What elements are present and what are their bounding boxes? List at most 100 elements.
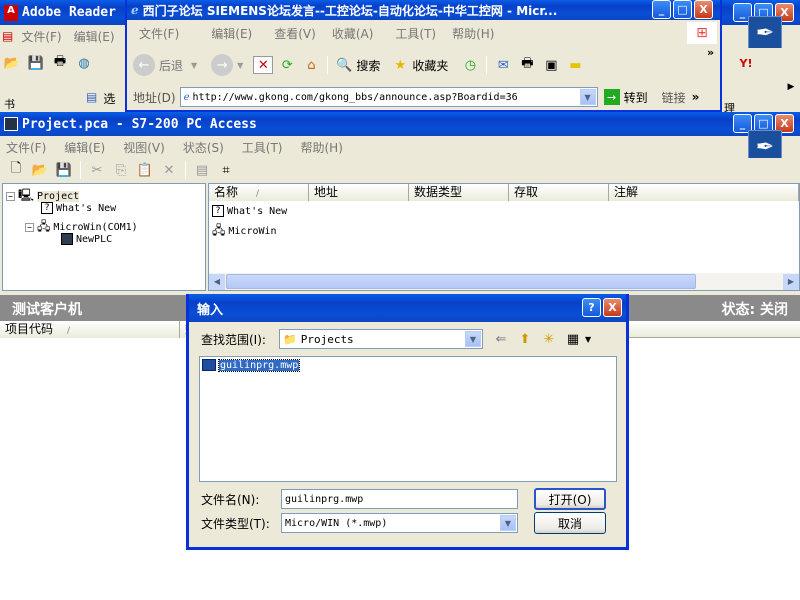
s7-menu-status[interactable]: 状态(S) (177, 139, 230, 156)
globe-icon[interactable]: ◍ (74, 54, 94, 72)
item-list-pane[interactable]: 名称 / 地址 数据类型 存取 注解 ? What's New 🖧 MicroWi… (208, 183, 800, 291)
adobe-menu-edit[interactable]: 编辑(E) (68, 28, 121, 45)
look-in-label: 查找范围(I): (201, 332, 266, 347)
network-icon[interactable]: ⌗ (216, 161, 236, 179)
search-icon[interactable]: 🔍 (334, 56, 354, 74)
file-list-pane[interactable]: guilinprg.mwp (199, 356, 617, 482)
address-input[interactable]: ℯ http://www.gkong.com/gkong_bbs/announc… (179, 87, 598, 107)
ie-title-bar[interactable]: ℯ 西门子论坛 SIEMENS论坛发言--工控论坛-自动化论坛-中华工控网 - … (127, 0, 720, 20)
stop-icon[interactable]: ✕ (253, 56, 274, 74)
go-button-label[interactable]: 转到 (624, 89, 648, 106)
s7-title-bar[interactable]: Project.pca - S7-200 PC Access (0, 112, 800, 136)
mail-icon[interactable]: ✉ (493, 56, 513, 74)
cancel-button[interactable]: 取消 (534, 512, 606, 534)
scroll-left-icon[interactable]: ◀ (209, 273, 225, 290)
ie-menu-view[interactable]: 查看(V) (268, 25, 322, 42)
column-header-access[interactable]: 存取 (509, 184, 609, 201)
up-folder-icon[interactable]: ⬆ (515, 330, 535, 348)
list-item-microwin[interactable]: 🖧 MicroWin (212, 221, 277, 242)
links-label[interactable]: 链接 (662, 89, 686, 106)
copy-icon[interactable]: ⎘ (111, 161, 131, 179)
filetype-dropdown-button[interactable]: ▼ (500, 515, 516, 531)
scroll-right-icon[interactable]: ▶ (783, 273, 799, 290)
delete-icon[interactable]: ✕ (159, 161, 179, 179)
go-arrow-icon[interactable]: → (603, 89, 620, 105)
forward-dropdown-icon[interactable]: ▼ (237, 61, 243, 70)
address-dropdown-button[interactable]: ▼ (579, 89, 596, 105)
tree-item-whats-new[interactable]: ? What's New (41, 202, 116, 214)
tree-collapse-icon[interactable]: − (6, 192, 15, 201)
cut-icon[interactable]: ✂ (87, 161, 107, 179)
dialog-title-bar[interactable]: 输入 (189, 294, 626, 322)
ie-maximize-button[interactable]: □ (673, 0, 692, 19)
column-header-name[interactable]: 名称 / (209, 184, 309, 201)
save-icon[interactable]: 💾 (54, 161, 74, 179)
ie-menu-favorites[interactable]: 收藏(A) (326, 25, 380, 42)
open-button[interactable]: 打开(O) (534, 488, 606, 510)
filetype-select[interactable]: Micro/WIN (*.mwp) ▼ (281, 513, 518, 533)
look-in-select[interactable]: 📁 Projects ▼ (279, 329, 483, 349)
ie-menu-file[interactable]: 文件(F) (133, 25, 185, 42)
filetype-row: 文件类型(T): Micro/WIN (*.mwp) ▼ 取消 (201, 512, 611, 534)
ie-toolbar-chevron[interactable]: » (707, 46, 714, 59)
view-menu-dropdown-icon[interactable]: ▼ (585, 335, 591, 344)
forward-arrow-icon[interactable]: → (211, 54, 234, 76)
s7-menu-edit[interactable]: 编辑(E) (58, 139, 111, 156)
links-chevron[interactable]: » (692, 90, 700, 104)
print-icon[interactable]: 🖶 (517, 56, 537, 74)
sort-indicator-icon: / (67, 326, 71, 336)
view-menu-icon[interactable]: ▦ (563, 330, 583, 348)
favorites-button-label[interactable]: 收藏夹 (412, 57, 448, 74)
ie-minimize-button[interactable]: _ (652, 0, 671, 19)
column-header-comment[interactable]: 注解 (609, 184, 799, 201)
open-folder-icon[interactable]: 📂 (2, 54, 22, 72)
back-button-label[interactable]: 后退 (159, 57, 183, 74)
column-header-item-code[interactable]: 项目代码 / (0, 321, 180, 338)
refresh-icon[interactable]: ⟳ (277, 56, 297, 74)
edit-page-icon[interactable]: ▣ (541, 56, 561, 74)
favorites-star-icon[interactable]: ★ (390, 56, 410, 74)
column-header-address[interactable]: 地址 (309, 184, 409, 201)
history-icon[interactable]: ◷ (460, 56, 480, 74)
look-in-dropdown-button[interactable]: ▼ (465, 331, 481, 347)
dialog-help-button[interactable]: ? (582, 298, 601, 317)
s7-menu-view[interactable]: 视图(V) (117, 139, 171, 156)
tree-collapse-icon[interactable]: − (25, 223, 34, 232)
back-arrow-icon[interactable]: ⇐ (491, 330, 511, 348)
new-folder-icon[interactable]: ✳ (539, 330, 559, 348)
save-icon[interactable]: 💾 (26, 54, 46, 72)
paste-icon[interactable]: 📋 (135, 161, 155, 179)
back-dropdown-icon[interactable]: ▼ (191, 61, 197, 70)
back-arrow-icon[interactable]: ← (133, 54, 155, 76)
adobe-menu-file[interactable]: 文件(F) (15, 28, 67, 45)
scrollbar-thumb[interactable] (226, 274, 696, 289)
open-folder-icon[interactable]: 📂 (30, 161, 50, 179)
file-item[interactable]: guilinprg.mwp (202, 358, 301, 372)
project-tree-pane[interactable]: − 🖳 Project ? What's New − 🖧 MicroWin(CO… (2, 183, 206, 291)
note-icon[interactable]: ▬ (565, 56, 585, 74)
filename-input[interactable]: guilinprg.mwp (281, 489, 518, 509)
s7-menu-file[interactable]: 文件(F) (0, 139, 52, 156)
ie-close-button[interactable]: X (694, 0, 713, 19)
ie-menu-tools[interactable]: 工具(T) (389, 25, 442, 42)
dialog-close-button[interactable]: X (603, 298, 622, 317)
search-button-label[interactable]: 搜索 (356, 57, 380, 74)
s7-menu-tools[interactable]: 工具(T) (236, 139, 289, 156)
ie-menu-bar: 文件(F) 编辑(E) 查看(V) 收藏(A) 工具(T) 帮助(H) (133, 22, 693, 44)
tree-item-newplc[interactable]: NewPLC (61, 233, 112, 245)
column-header-data-type[interactable]: 数据类型 (409, 184, 509, 201)
s7-menu-help[interactable]: 帮助(H) (295, 139, 349, 156)
list-item-whats-new[interactable]: ? What's New (212, 205, 287, 217)
properties-icon[interactable]: ▤ (192, 161, 212, 179)
ie-menu-edit[interactable]: 编辑(E) (205, 25, 258, 42)
adobe-logo-icon: A (4, 4, 18, 21)
home-icon[interactable]: ⌂ (301, 56, 321, 74)
ie-menu-help[interactable]: 帮助(H) (446, 25, 500, 42)
list-horizontal-scrollbar[interactable]: ◀ ▶ (209, 273, 799, 290)
yahoo-icon[interactable]: Y! (736, 54, 756, 72)
dialog-window-buttons: ? X (582, 298, 622, 317)
ie-toolbar-separator-2 (486, 56, 488, 74)
adobe-scroll-right-icon[interactable]: ▶ (784, 82, 798, 96)
new-file-icon[interactable]: 🗋 (6, 161, 26, 179)
print-icon[interactable]: 🖶 (50, 54, 70, 72)
